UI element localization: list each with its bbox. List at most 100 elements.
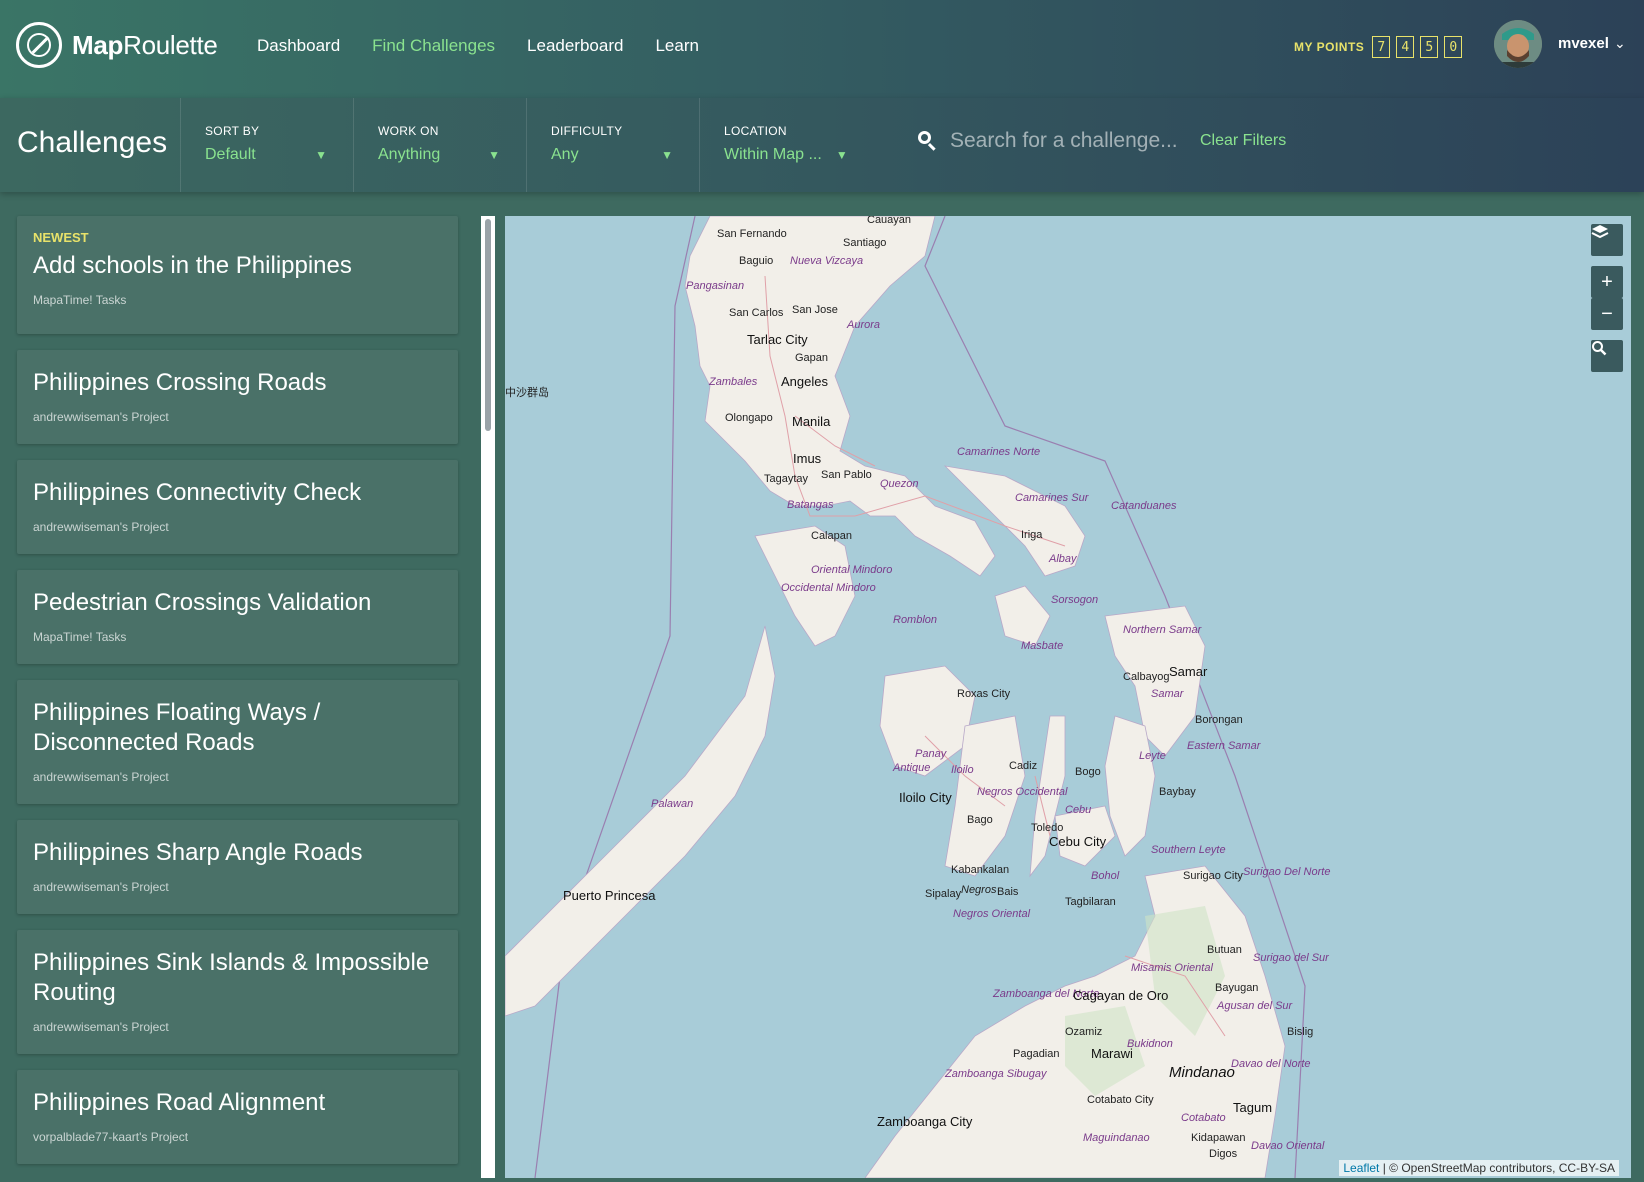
map-label: Agusan del Sur xyxy=(1217,1000,1293,1012)
difficulty-label: DIFFICULTY xyxy=(551,124,623,138)
map-label: Toledo xyxy=(1031,822,1064,834)
chevron-down-icon[interactable]: ⌄ xyxy=(1614,35,1626,52)
map-label: Occidental Mindoro xyxy=(781,582,876,594)
zoom-in-button[interactable]: + xyxy=(1591,266,1623,298)
map-label: Gapan xyxy=(795,352,829,364)
map-label: Zambales xyxy=(709,376,758,388)
map-label: 中沙群岛 xyxy=(505,387,549,399)
map-view[interactable]: Cauayan San Fernando Santiago Baguio Nue… xyxy=(505,216,1631,1178)
challenge-title: Philippines Connectivity Check xyxy=(33,479,362,506)
challenge-card[interactable]: Pedestrian Crossings Validation MapaTime… xyxy=(17,570,458,664)
clear-filters-button[interactable]: Clear Filters xyxy=(1200,132,1286,150)
map-label: Zamboanga City xyxy=(877,1114,973,1129)
map-label: Negros Oriental xyxy=(953,908,1031,920)
points-label: MY POINTS xyxy=(1294,40,1365,54)
map-label: Masbate xyxy=(1021,640,1064,652)
map-label: Bago xyxy=(967,814,993,826)
work-on-label: WORK ON xyxy=(378,124,439,138)
map-label: Samar xyxy=(1169,664,1208,679)
map-label: Bais xyxy=(997,886,1019,898)
map-label: San Jose xyxy=(792,304,838,316)
map-label: Tagaytay xyxy=(764,473,809,485)
map-label: Davao Oriental xyxy=(1251,1140,1325,1152)
challenge-card[interactable]: NEWEST Add schools in the Philippines Ma… xyxy=(17,216,458,334)
map-label: Iloilo xyxy=(951,764,974,776)
map-label: Negros xyxy=(961,884,997,896)
zoom-out-button[interactable]: − xyxy=(1591,298,1623,330)
location-dropdown[interactable]: LOCATION Within Map ... ▼ xyxy=(699,98,872,192)
map-label: Angeles xyxy=(781,374,828,389)
map-label: Misamis Oriental xyxy=(1131,962,1213,974)
compass-logo-icon xyxy=(16,22,62,68)
map-label: Pagadian xyxy=(1013,1048,1060,1060)
search-icon xyxy=(918,131,938,151)
map-label: Cotabato xyxy=(1181,1112,1226,1124)
challenge-card[interactable]: Philippines Crossing Roads andrewwiseman… xyxy=(17,350,458,444)
map-label: Imus xyxy=(793,451,822,466)
map-label: Catanduanes xyxy=(1111,500,1177,512)
map-label: Tarlac City xyxy=(747,332,808,347)
points-digit: 0 xyxy=(1444,36,1463,58)
sort-by-label: SORT BY xyxy=(205,124,260,138)
app-name: MapRoulette xyxy=(72,29,218,60)
map-label: Iriga xyxy=(1021,529,1043,541)
map-label: San Carlos xyxy=(729,307,784,319)
work-on-dropdown[interactable]: WORK ON Anything ▼ xyxy=(353,98,526,192)
map-label: Panay xyxy=(915,748,947,760)
map-label: Digos xyxy=(1209,1148,1238,1160)
map-label: Oriental Mindoro xyxy=(811,564,893,576)
scrollbar-thumb[interactable] xyxy=(485,219,491,431)
map-label: Manila xyxy=(792,414,831,429)
challenge-card[interactable]: Philippines Connectivity Check andrewwis… xyxy=(17,460,458,554)
map-label: Cauayan xyxy=(867,216,912,226)
map-label: Palawan xyxy=(651,798,694,810)
challenge-card[interactable]: Philippines Sink Islands & Impossible Ro… xyxy=(17,930,458,1054)
map-label: Surigao del Sur xyxy=(1253,952,1329,964)
challenge-project: andrewwiseman's Project xyxy=(33,1020,169,1034)
map-label: Tagum xyxy=(1233,1100,1273,1115)
challenge-title: Philippines Floating Ways / Disconnected… xyxy=(33,699,321,756)
map-label: Camarines Norte xyxy=(957,446,1041,458)
map-label: Bukidnon xyxy=(1127,1038,1173,1050)
chevron-down-icon: ▼ xyxy=(315,148,327,162)
app-logo[interactable]: MapRoulette xyxy=(16,22,218,68)
newest-badge: NEWEST xyxy=(33,230,89,245)
challenge-title: Philippines Sink Islands & Impossible Ro… xyxy=(33,949,430,1006)
map-label: Calapan xyxy=(811,530,852,542)
map-label: Baybay xyxy=(1159,786,1196,798)
challenge-card[interactable]: Philippines Floating Ways / Disconnected… xyxy=(17,680,458,804)
map-label: Santiago xyxy=(843,237,887,249)
map-label: Ozamiz xyxy=(1065,1026,1103,1038)
avatar[interactable] xyxy=(1494,20,1542,68)
map-search-button[interactable] xyxy=(1591,340,1623,372)
nav-dashboard[interactable]: Dashboard xyxy=(257,36,340,56)
challenge-list: NEWEST Add schools in the Philippines Ma… xyxy=(17,216,458,1180)
location-label: LOCATION xyxy=(724,124,787,138)
map-label: San Pablo xyxy=(821,469,872,481)
username[interactable]: mvexel xyxy=(1558,35,1609,52)
sort-by-value: Default xyxy=(205,146,256,163)
challenge-card[interactable]: Philippines Road Alignment vorpalblade77… xyxy=(17,1070,458,1164)
leaflet-link[interactable]: Leaflet xyxy=(1343,1161,1379,1175)
map-label: Calbayog xyxy=(1123,671,1170,683)
difficulty-dropdown[interactable]: DIFFICULTY Any ▼ xyxy=(526,98,699,192)
map-label: Cebu xyxy=(1065,804,1092,816)
layers-button[interactable] xyxy=(1591,224,1623,256)
challenge-card[interactable]: Philippines Sharp Angle Roads andrewwise… xyxy=(17,820,458,914)
map-label: Northern Samar xyxy=(1123,624,1202,636)
nav-leaderboard[interactable]: Leaderboard xyxy=(527,36,623,56)
challenge-project: andrewwiseman's Project xyxy=(33,880,169,894)
difficulty-value: Any xyxy=(551,146,579,163)
map-label: Leyte xyxy=(1139,750,1166,762)
map-label: Negros Occidental xyxy=(977,786,1068,798)
map-label: Roxas City xyxy=(957,688,1011,700)
search-input[interactable] xyxy=(948,128,1192,154)
nav-learn[interactable]: Learn xyxy=(655,36,698,56)
chevron-down-icon: ▼ xyxy=(661,148,673,162)
map-label: Zamboanga Sibugay xyxy=(945,1068,1047,1080)
sort-by-dropdown[interactable]: SORT BY Default ▼ xyxy=(180,98,353,192)
map-label: Butuan xyxy=(1207,944,1242,956)
main-nav: Dashboard Find Challenges Leaderboard Le… xyxy=(257,36,731,56)
map-label: Davao del Norte xyxy=(1231,1058,1311,1070)
nav-find-challenges[interactable]: Find Challenges xyxy=(372,36,495,56)
